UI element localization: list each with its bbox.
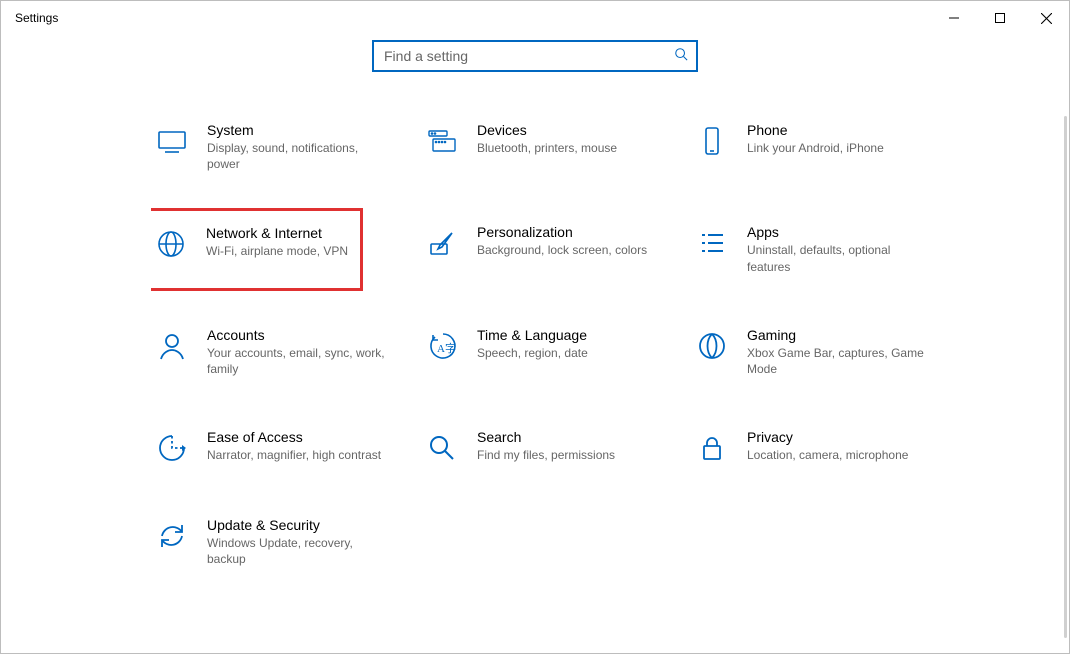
tile-subtitle: Link your Android, iPhone — [747, 140, 884, 156]
window-controls — [931, 1, 1069, 35]
tile-personalization[interactable]: Personalization Background, lock screen, … — [421, 218, 691, 280]
svg-text:A字: A字 — [437, 341, 456, 355]
tile-title: Gaming — [747, 327, 927, 343]
tile-title: Time & Language — [477, 327, 588, 343]
tile-title: Personalization — [477, 224, 647, 240]
update-icon — [155, 519, 189, 553]
tile-subtitle: Your accounts, email, sync, work, family — [207, 345, 387, 377]
minimize-button[interactable] — [931, 1, 977, 35]
time-icon: A字 — [425, 329, 459, 363]
tile-subtitle: Speech, region, date — [477, 345, 588, 361]
tile-search[interactable]: Search Find my files, permissions — [421, 423, 691, 471]
tile-title: Search — [477, 429, 615, 445]
tile-privacy[interactable]: Privacy Location, camera, microphone — [691, 423, 961, 471]
search-input[interactable] — [382, 47, 674, 65]
tile-title: Network & Internet — [206, 225, 348, 241]
gaming-icon — [695, 329, 729, 363]
accounts-icon — [155, 329, 189, 363]
search-box[interactable] — [372, 40, 698, 72]
tile-subtitle: Uninstall, defaults, optional features — [747, 242, 927, 274]
tile-devices[interactable]: Devices Bluetooth, printers, mouse — [421, 116, 691, 178]
settings-grid: System Display, sound, notifications, pow… — [151, 116, 1049, 574]
tile-subtitle: Windows Update, recovery, backup — [207, 535, 387, 567]
tile-system[interactable]: System Display, sound, notifications, pow… — [151, 116, 421, 178]
settings-window: Settings System Display, sound, notificat… — [0, 0, 1070, 654]
tile-title: Devices — [477, 122, 617, 138]
devices-icon — [425, 124, 459, 158]
tile-gaming[interactable]: Gaming Xbox Game Bar, captures, Game Mode — [691, 321, 961, 383]
tile-subtitle: Bluetooth, printers, mouse — [477, 140, 617, 156]
tile-subtitle: Narrator, magnifier, high contrast — [207, 447, 381, 463]
tile-ease[interactable]: Ease of Access Narrator, magnifier, high … — [151, 423, 421, 471]
tile-subtitle: Find my files, permissions — [477, 447, 615, 463]
tile-title: Update & Security — [207, 517, 387, 533]
search-row — [1, 40, 1069, 72]
search-icon — [425, 431, 459, 465]
tile-title: Accounts — [207, 327, 387, 343]
maximize-button[interactable] — [977, 1, 1023, 35]
tile-title: Apps — [747, 224, 927, 240]
tile-subtitle: Location, camera, microphone — [747, 447, 908, 463]
tile-title: Privacy — [747, 429, 908, 445]
phone-icon — [695, 124, 729, 158]
search-icon — [674, 47, 688, 66]
tile-title: Phone — [747, 122, 884, 138]
tile-phone[interactable]: Phone Link your Android, iPhone — [691, 116, 961, 178]
close-button[interactable] — [1023, 1, 1069, 35]
window-title: Settings — [15, 11, 58, 25]
tile-subtitle: Wi-Fi, airplane mode, VPN — [206, 243, 348, 259]
tile-subtitle: Background, lock screen, colors — [477, 242, 647, 258]
ease-icon — [155, 431, 189, 465]
scrollbar[interactable] — [1064, 116, 1067, 638]
system-icon — [155, 124, 189, 158]
privacy-icon — [695, 431, 729, 465]
apps-icon — [695, 226, 729, 260]
network-icon — [154, 227, 188, 261]
tile-subtitle: Display, sound, notifications, power — [207, 140, 387, 172]
tile-network[interactable]: Network & Internet Wi-Fi, airplane mode, … — [151, 208, 363, 290]
tile-title: System — [207, 122, 387, 138]
tile-title: Ease of Access — [207, 429, 381, 445]
tile-time[interactable]: A字 Time & Language Speech, region, date — [421, 321, 691, 383]
tile-apps[interactable]: Apps Uninstall, defaults, optional featur… — [691, 218, 961, 280]
tile-accounts[interactable]: Accounts Your accounts, email, sync, work… — [151, 321, 421, 383]
settings-content: System Display, sound, notifications, pow… — [151, 116, 1049, 643]
titlebar: Settings — [1, 1, 1069, 35]
personalization-icon — [425, 226, 459, 260]
tile-subtitle: Xbox Game Bar, captures, Game Mode — [747, 345, 927, 377]
tile-update[interactable]: Update & Security Windows Update, recover… — [151, 511, 421, 573]
